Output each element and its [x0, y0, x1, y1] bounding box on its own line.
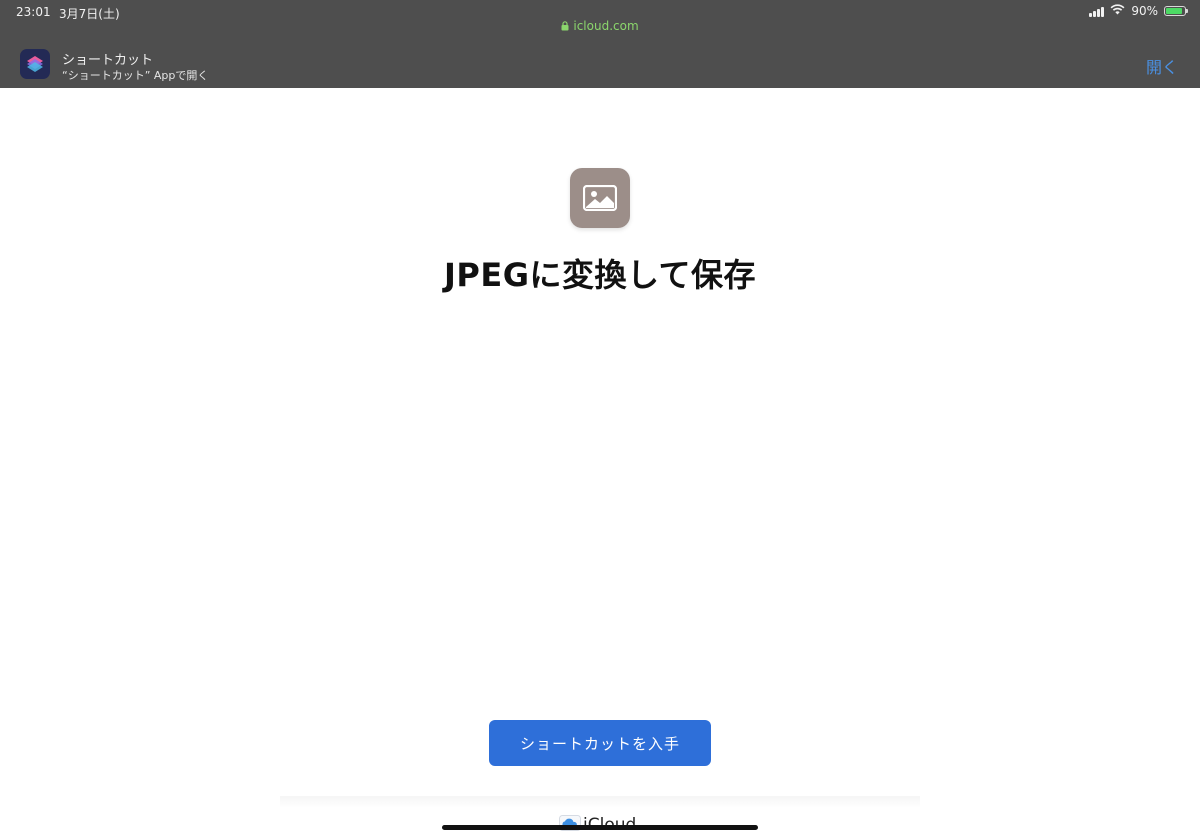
open-button[interactable]: 開く [1146, 54, 1178, 78]
get-shortcut-button[interactable]: ショートカットを入手 [489, 720, 711, 766]
shortcut-title: JPEGに変換して保存 [443, 256, 757, 294]
battery-percent: 90% [1131, 4, 1158, 18]
url-text: icloud.com [573, 19, 639, 33]
status-indicators: 90% [1089, 4, 1188, 18]
lock-icon [561, 20, 569, 34]
shortcuts-app-icon[interactable] [20, 49, 50, 79]
url-display[interactable]: icloud.com [0, 19, 1200, 34]
home-indicator[interactable] [442, 825, 758, 830]
signal-icon [1089, 6, 1105, 17]
footer-divider [280, 796, 920, 808]
battery-icon [1164, 6, 1188, 16]
status-time: 23:01 [16, 5, 51, 19]
wifi-icon [1110, 4, 1125, 18]
banner-app-name: ショートカット [62, 53, 154, 68]
banner-subtitle: “ショートカット” Appで開く [62, 69, 209, 82]
image-icon [570, 168, 630, 228]
safari-app-banner: 23:01 3月7日(土) icloud.com 90% ショートカット “ショ… [0, 0, 1200, 88]
